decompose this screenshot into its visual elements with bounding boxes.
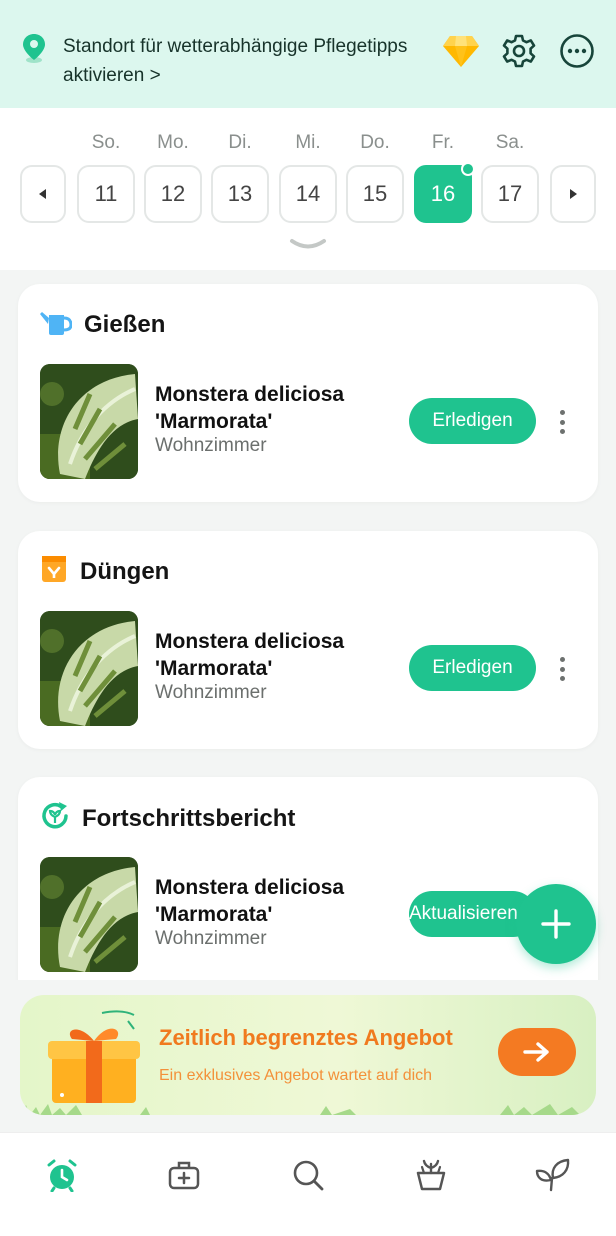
weekday-label: So. (91, 132, 121, 153)
promo-title: Zeitlich begrenztes Angebot (159, 1025, 453, 1050)
weekday-label: Mi. (295, 132, 321, 153)
plant-room: Wohnzimmer (155, 928, 267, 949)
plant-thumbnail-image[interactable] (40, 857, 138, 972)
gift-box-icon (42, 1007, 142, 1107)
grass-decoration (20, 1104, 596, 1115)
day-number: 16 (430, 181, 456, 206)
weekday-label: Do. (360, 132, 390, 153)
promo-section: Zeitlich begrenztes Angebot Ein exklusiv… (0, 980, 616, 1132)
limited-offer-banner[interactable]: Zeitlich begrenztes Angebot Ein exklusiv… (20, 995, 596, 1115)
complete-task-button[interactable]: Erledigen (409, 398, 536, 444)
card-title: Fortschrittsbericht (82, 804, 296, 832)
watering-can-icon (40, 308, 73, 341)
card-title: Gießen (84, 310, 166, 338)
day-button[interactable]: 14 (279, 165, 337, 223)
previous-week-button[interactable] (20, 165, 66, 223)
plus-icon (541, 909, 571, 939)
task-card-watering: Gießen Monstera deliciosa 'Marmorata' Wo… (18, 284, 598, 502)
weekday-label: Sa. (495, 132, 525, 153)
weekday-label: Fr. (431, 132, 455, 153)
day-button[interactable]: 13 (211, 165, 269, 223)
complete-task-button[interactable]: Erledigen (409, 645, 536, 691)
week-calendar: So. Mo. Di. Mi. Do. Fr. Sa. 11 12 13 14 … (0, 108, 616, 270)
plant-name: Monstera deliciosa 'Marmorata' (155, 876, 345, 926)
promo-subtitle: Ein exklusives Angebot wartet auf dich (159, 1067, 433, 1084)
search-icon[interactable] (288, 1155, 328, 1195)
next-week-button[interactable] (550, 165, 596, 223)
promo-arrow-button[interactable] (498, 1028, 576, 1076)
day-button-selected[interactable]: 16 (414, 162, 475, 223)
arrow-right-icon (523, 1042, 549, 1062)
progress-report-icon (40, 801, 70, 836)
location-pin-icon[interactable] (20, 32, 48, 64)
plant-name: Monstera deliciosa 'Marmorata' (155, 630, 345, 680)
day-button[interactable]: 17 (481, 165, 539, 223)
today-dot-indicator (461, 162, 475, 176)
my-plants-pot-icon[interactable] (411, 1155, 451, 1195)
bottom-navigation (0, 1132, 616, 1236)
plant-name: Monstera deliciosa 'Marmorata' (155, 383, 345, 433)
settings-gear-icon[interactable] (500, 32, 538, 70)
add-plus-button[interactable] (516, 884, 596, 964)
expand-calendar-chevron-icon[interactable] (288, 236, 328, 254)
enable-location-link[interactable]: Standort für wetterabhängige Pflegetipps… (63, 32, 423, 90)
caret-left-icon (39, 189, 46, 199)
location-banner: Standort für wetterabhängige Pflegetipps… (0, 0, 616, 108)
day-button[interactable]: 11 (77, 165, 135, 223)
day-button[interactable]: 15 (346, 165, 404, 223)
task-options-kebab-icon[interactable] (554, 408, 570, 436)
plant-care-kit-icon[interactable] (164, 1155, 204, 1195)
weekday-label: Mo. (157, 132, 189, 153)
plant-thumbnail-image[interactable] (40, 364, 138, 479)
garden-leaf-icon[interactable] (533, 1155, 573, 1195)
task-options-kebab-icon[interactable] (554, 655, 570, 683)
plant-thumbnail-image[interactable] (40, 611, 138, 726)
plant-room: Wohnzimmer (155, 435, 267, 456)
caret-right-icon (570, 189, 577, 199)
card-title: Düngen (80, 557, 170, 585)
task-card-progress-report: Fortschrittsbericht Monstera deliciosa '… (18, 777, 598, 1007)
weekday-label: Di. (228, 132, 252, 153)
more-menu-icon[interactable] (558, 32, 596, 70)
day-button[interactable]: 12 (144, 165, 202, 223)
premium-diamond-icon[interactable] (442, 32, 480, 70)
task-card-fertilizing: Düngen Monstera deliciosa 'Marmorata' Wo… (18, 531, 598, 749)
plant-room: Wohnzimmer (155, 682, 267, 703)
fertilizer-icon (40, 555, 68, 588)
reminders-alarm-icon[interactable] (42, 1155, 82, 1195)
